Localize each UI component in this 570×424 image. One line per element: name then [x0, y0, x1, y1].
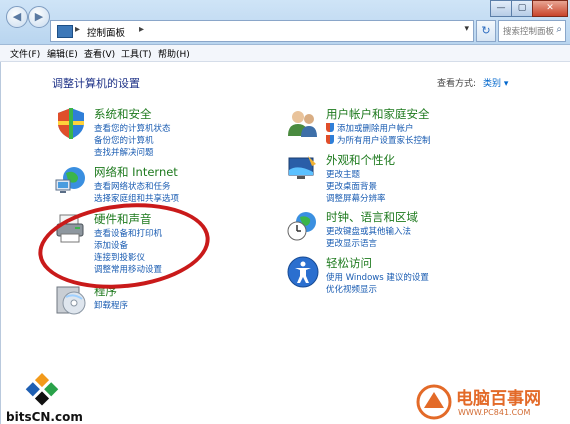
uac-shield-icon: [326, 123, 334, 132]
category-title[interactable]: 外观和个性化: [326, 152, 395, 168]
control-panel-icon: [57, 25, 73, 38]
link-text[interactable]: 为所有用户设置家长控制: [337, 136, 431, 146]
link-troubleshoot[interactable]: 查找并解决问题: [94, 146, 154, 158]
globe-network-icon[interactable]: [54, 164, 88, 198]
link-parental-controls[interactable]: 为所有用户设置家长控制: [326, 134, 431, 146]
link-add-remove-accounts[interactable]: 添加或删除用户帐户: [326, 122, 414, 134]
link-desktop-background[interactable]: 更改桌面背景: [326, 180, 377, 192]
link-text[interactable]: 添加或删除用户帐户: [337, 124, 414, 134]
category-title[interactable]: 系统和安全: [94, 106, 152, 122]
category-title[interactable]: 时钟、语言和区域: [326, 209, 418, 225]
pc841-title: 电脑百事网: [456, 389, 541, 409]
category-title[interactable]: 网络和 Internet: [94, 164, 178, 180]
close-button[interactable]: ✕: [532, 0, 568, 17]
menu-help[interactable]: 帮助(H): [158, 47, 190, 60]
bitscn-logo: bitsCN.com: [2, 372, 100, 424]
forward-button[interactable]: ▶: [28, 6, 50, 28]
search-placeholder[interactable]: 搜索控制面板: [503, 25, 554, 37]
search-input[interactable]: 搜索控制面板 ⌕: [498, 20, 566, 42]
link-screen-resolution[interactable]: 调整屏幕分辨率: [326, 192, 386, 204]
link-change-theme[interactable]: 更改主题: [326, 168, 360, 180]
view-by-label: 查看方式:: [437, 79, 477, 89]
pc841-logo-icon: [416, 384, 452, 420]
chevron-down-icon[interactable]: ▾: [464, 24, 469, 34]
link-view-computer-status[interactable]: 查看您的计算机状态: [94, 122, 171, 134]
menu-tools[interactable]: 工具(T): [121, 47, 152, 60]
menu-file[interactable]: 文件(F): [10, 47, 40, 60]
accessibility-icon[interactable]: [286, 255, 320, 289]
title-bar: ◀ ▶ ▸ 控制面板 ▸ ▾ ↻ 搜索控制面板 ⌕ — ▢ ✕: [0, 0, 570, 45]
minimize-button[interactable]: —: [490, 0, 512, 17]
menu-edit[interactable]: 编辑(E): [47, 47, 78, 60]
view-by-dropdown[interactable]: 类别 ▾: [483, 76, 508, 89]
refresh-button[interactable]: ↻: [476, 20, 496, 42]
bitscn-text: bitsCN.com: [6, 410, 83, 424]
menu-bar: 文件(F) 编辑(E) 查看(V) 工具(T) 帮助(H): [0, 45, 570, 62]
users-icon[interactable]: [286, 106, 320, 140]
uac-shield-icon: [326, 135, 334, 144]
search-icon[interactable]: ⌕: [556, 24, 562, 35]
link-backup-computer[interactable]: 备份您的计算机: [94, 134, 154, 146]
link-display-language[interactable]: 更改显示语言: [326, 237, 377, 249]
breadcrumb-separator[interactable]: ▸: [75, 24, 80, 35]
link-uninstall-program[interactable]: 卸载程序: [94, 299, 128, 311]
maximize-button[interactable]: ▢: [511, 0, 533, 17]
link-change-keyboard[interactable]: 更改键盘或其他输入法: [326, 225, 411, 237]
window-controls: — ▢ ✕: [490, 0, 568, 17]
clock-globe-icon[interactable]: [286, 209, 320, 243]
pc841-watermark: 电脑百事网 WWW.PC841.COM: [414, 382, 570, 424]
monitor-paint-icon[interactable]: [286, 152, 320, 186]
pc841-url: WWW.PC841.COM: [458, 408, 531, 417]
menu-view[interactable]: 查看(V): [84, 47, 115, 60]
address-bar[interactable]: ▸ 控制面板 ▸ ▾: [50, 20, 474, 42]
bitscn-diamond-icon: [25, 373, 59, 406]
breadcrumb-separator[interactable]: ▸: [139, 24, 144, 35]
back-button[interactable]: ◀: [6, 6, 28, 28]
page-title: 调整计算机的设置: [52, 77, 140, 90]
link-network-status[interactable]: 查看网络状态和任务: [94, 180, 171, 192]
category-title[interactable]: 轻松访问: [326, 255, 372, 271]
link-windows-suggested[interactable]: 使用 Windows 建议的设置: [326, 271, 429, 283]
shield-icon[interactable]: [54, 106, 88, 140]
breadcrumb-control-panel[interactable]: 控制面板: [87, 25, 125, 39]
link-optimize-display[interactable]: 优化视频显示: [326, 283, 377, 295]
programs-disc-icon[interactable]: [54, 283, 88, 317]
category-title[interactable]: 用户帐户和家庭安全: [326, 106, 430, 122]
